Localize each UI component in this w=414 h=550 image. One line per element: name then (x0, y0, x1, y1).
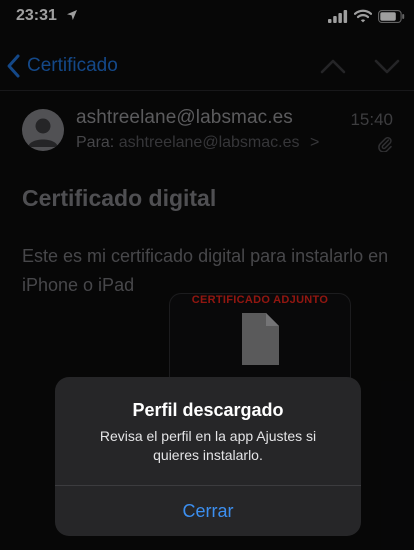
alert-message: Revisa el perfil en la app Ajustes si qu… (99, 428, 317, 463)
alert-title: Perfil descargado (132, 400, 284, 420)
alert-dialog: Perfil descargado Revisa el perfil en la… (55, 377, 361, 536)
close-button[interactable]: Cerrar (55, 486, 361, 536)
